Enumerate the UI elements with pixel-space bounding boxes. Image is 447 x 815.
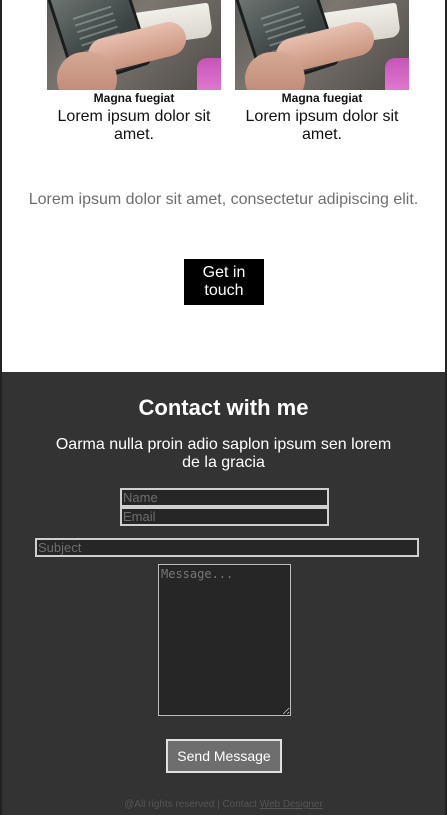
photo-sleeve-shape <box>197 58 221 90</box>
email-input[interactable] <box>120 507 329 526</box>
contact-section: Contact with me Oarma nulla proin adio s… <box>2 372 445 815</box>
page: Magna fuegiat Lorem ipsum dolor sit amet… <box>0 0 447 815</box>
feature-card: Magna fuegiat Lorem ipsum dolor sit amet… <box>235 0 409 144</box>
tablet-reading-photo <box>235 0 409 90</box>
contact-subtitle: Oarma nulla proin adio saplon ipsum sen … <box>55 436 392 471</box>
message-textarea[interactable] <box>158 564 291 716</box>
tablet-reading-photo <box>47 0 221 90</box>
name-input[interactable] <box>120 488 329 507</box>
send-message-button[interactable]: Send Message <box>166 739 282 773</box>
card-title: Magna fuegiat <box>281 91 363 105</box>
footer-text: @All rights reserved | Contact <box>124 799 257 810</box>
card-title: Magna fuegiat <box>93 91 175 105</box>
tagline: Lorem ipsum dolor sit amet, consectetur … <box>28 191 419 208</box>
subject-input[interactable] <box>35 538 419 557</box>
contact-title: Contact with me <box>138 395 309 420</box>
web-designer-link[interactable]: Web Designer <box>260 799 323 810</box>
card-text: Lorem ipsum dolor sit amet. <box>57 108 211 143</box>
card-text: Lorem ipsum dolor sit amet. <box>245 108 399 143</box>
get-in-touch-button[interactable]: Get in touch <box>184 259 264 305</box>
feature-cards: Magna fuegiat Lorem ipsum dolor sit amet… <box>2 0 445 150</box>
footer: @All rights reserved | Contact Web Desig… <box>2 799 445 810</box>
photo-sleeve-shape <box>385 58 409 90</box>
feature-card: Magna fuegiat Lorem ipsum dolor sit amet… <box>47 0 221 144</box>
